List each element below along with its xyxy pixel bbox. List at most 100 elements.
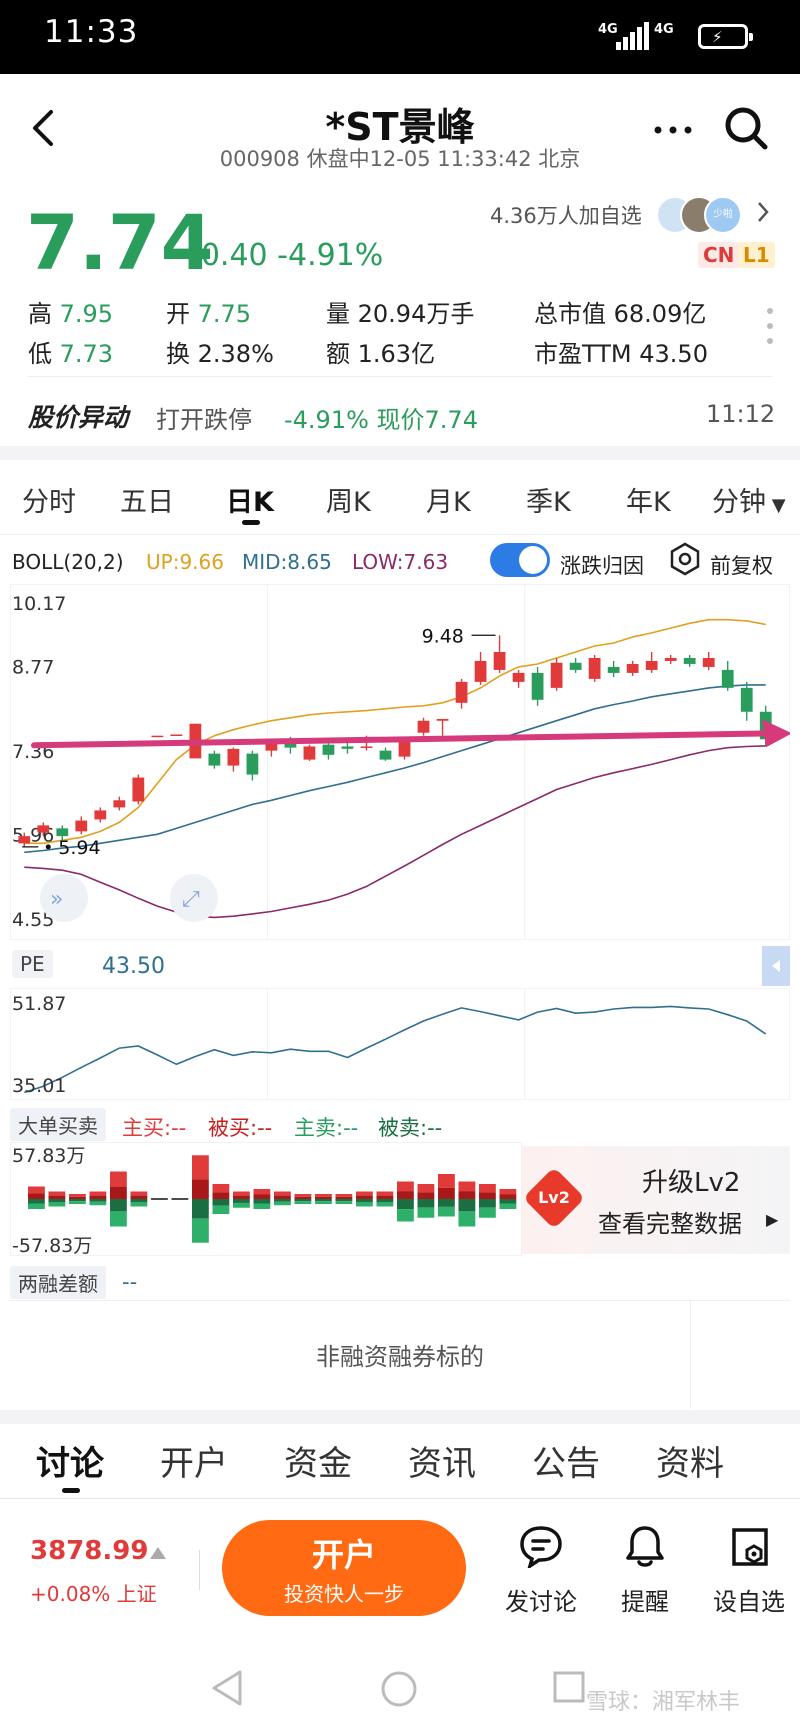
bigorder-sell-bar: [376, 1202, 394, 1207]
tab-news[interactable]: 资讯: [408, 1436, 476, 1485]
candlestick-chart[interactable]: 10.178.777.365.964.559.485.94» ⤢: [10, 584, 790, 940]
bigorder-buy-bar-passive: [438, 1187, 455, 1199]
avatar-badge: 少啦: [704, 196, 742, 234]
y-tick-label: 35.01: [12, 1075, 66, 1097]
margin-note: 非融资融券标的: [316, 1343, 484, 1371]
boll-line-low: [24, 745, 766, 919]
chat-bubble-icon: [520, 1526, 562, 1568]
max-price-label: 9.48: [422, 625, 464, 647]
alert-text[interactable]: 打开跌停: [156, 400, 252, 435]
bigorder-buy-bar: [253, 1189, 271, 1195]
tab-yearly-k[interactable]: 年K: [626, 480, 671, 519]
upgrade-card[interactable]: Lv2 升级Lv2 查看完整数据 ▶: [522, 1146, 790, 1254]
chart-frame: [10, 584, 790, 940]
candle-body: [56, 828, 69, 837]
bigorder-buy-bar-passive: [356, 1195, 373, 1199]
nav-home-icon[interactable]: [380, 1670, 418, 1712]
more-button[interactable]: [646, 110, 700, 150]
boll-line-up: [24, 618, 766, 845]
divider: [199, 1550, 200, 1590]
bigorder-buy-bar-passive: [212, 1192, 230, 1199]
signal-label: 4G: [598, 22, 618, 37]
bigorder-sell-bar: [499, 1203, 517, 1209]
candle-body: [436, 718, 449, 721]
bigorder-sell-bar-passive: [376, 1199, 394, 1203]
watchlist-button[interactable]: 设自选: [704, 1520, 794, 1620]
discuss-button[interactable]: 发讨论: [496, 1520, 586, 1620]
bigorder-buy-bar: [69, 1194, 86, 1197]
bigorder-buy-bar: [397, 1181, 414, 1192]
bigorder-header: 大单买卖 主买:-- 被买:-- 主卖:-- 被卖:--: [10, 1106, 790, 1142]
collapse-panel-button[interactable]: [762, 946, 790, 986]
annotation-arrowhead: [762, 719, 790, 748]
tab-funds[interactable]: 资金: [284, 1436, 352, 1485]
bigorder-chart[interactable]: 57.83万 -57.83万: [10, 1142, 522, 1256]
candle-body: [379, 750, 392, 760]
divider: [0, 534, 800, 535]
bigorder-buy-bar: [376, 1191, 394, 1196]
bigorder-buy-bar: [294, 1194, 312, 1197]
bigorder-buy-bar: [48, 1191, 66, 1196]
toggle-knob: [519, 546, 547, 574]
tab-indicator: [242, 520, 260, 525]
double-chevron-icon: »: [50, 887, 63, 912]
nav-recents-icon[interactable]: [552, 1670, 586, 1708]
candle-body: [360, 746, 373, 748]
stat-mktcap: 总市值 68.09亿: [534, 300, 707, 328]
divider: [0, 1498, 800, 1499]
remind-button[interactable]: 提醒: [600, 1520, 690, 1620]
tab-daily-k[interactable]: 日K: [226, 480, 274, 519]
current-price: 7.74: [26, 198, 214, 287]
chevron-right-icon[interactable]: [756, 200, 770, 228]
candle-body: [170, 734, 183, 736]
followers-count[interactable]: 4.36万人加自选: [490, 200, 642, 230]
adjust-label[interactable]: 前复权: [710, 550, 773, 580]
bigorder-buy-bar-passive: [192, 1179, 209, 1199]
bigorder-sell-bar-passive: [499, 1199, 517, 1204]
tab-profile[interactable]: 资料: [656, 1436, 724, 1485]
tab-weekly-k[interactable]: 周K: [326, 480, 371, 519]
candle-body: [493, 651, 506, 670]
settings-hex-icon[interactable]: [668, 542, 702, 580]
caret-right-icon: ▶: [766, 1210, 779, 1229]
candle-body: [37, 825, 50, 833]
tab-intraday[interactable]: 分时: [22, 480, 76, 519]
tab-quarterly-k[interactable]: 季K: [526, 480, 571, 519]
watchlist-label: 设自选: [713, 1588, 785, 1616]
follower-avatars[interactable]: 少啦: [656, 194, 746, 234]
bigorder-buy-bar-passive: [130, 1195, 148, 1199]
bigorder-sell-bar: [212, 1205, 230, 1214]
status-time: 11:33: [44, 14, 139, 50]
tab-minute[interactable]: 分钟 ▼: [712, 480, 786, 519]
toggle-switch[interactable]: [490, 543, 550, 577]
tab-announcements[interactable]: 公告: [532, 1436, 600, 1485]
bigorder-buy-bar: [499, 1189, 517, 1195]
bigorder-sell-bar: [356, 1202, 373, 1207]
bigorder-buy-bar: [89, 1191, 107, 1196]
bigorder-buy-bar: [356, 1191, 373, 1196]
candle-body: [94, 810, 107, 820]
search-button[interactable]: [718, 100, 774, 156]
pe-chart[interactable]: 51.87 35.01: [10, 988, 790, 1100]
tab-open-account[interactable]: 开户: [160, 1436, 228, 1485]
bigorder-sell-bar: [335, 1201, 353, 1204]
bigorder-buy-bar: [335, 1194, 353, 1197]
y-tick-label: 10.17: [12, 593, 66, 615]
more-vertical-icon[interactable]: [766, 306, 774, 350]
boll-line-mid: [24, 684, 766, 854]
candle-body: [569, 662, 582, 670]
tab-monthly-k[interactable]: 月K: [426, 480, 471, 519]
y-tick-label: 57.83万: [12, 1145, 85, 1167]
bigorder-buy-bar-passive: [89, 1195, 107, 1199]
nav-back-icon[interactable]: [210, 1670, 244, 1710]
tab-discussion[interactable]: 讨论: [36, 1436, 104, 1485]
boll-up: UP:9.66: [146, 550, 224, 574]
bigorder-sell-bar-passive: [438, 1199, 455, 1207]
badge-cn: CN: [698, 242, 740, 268]
index-value[interactable]: 3878.99: [30, 1536, 148, 1566]
candle-body: [512, 672, 525, 682]
tab-five-day[interactable]: 五日: [120, 480, 174, 519]
y-tick-label: 8.77: [12, 657, 54, 679]
open-account-button[interactable]: 开户 投资快人一步: [222, 1520, 466, 1616]
section-separator: [0, 446, 800, 460]
